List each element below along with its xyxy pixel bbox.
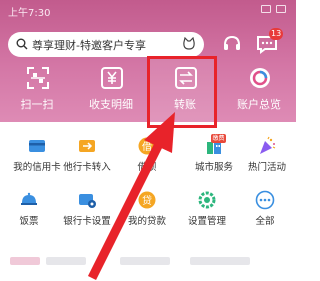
quick-action-label: 扫一扫 [20,98,54,111]
quick-action-label: 收支明细 [89,98,133,111]
transfer-highlight-box [147,56,217,128]
account-overview-icon [250,68,270,88]
blurred-content-row [0,246,296,281]
credit-card-icon [29,140,45,152]
status-icons [261,5,286,13]
blurred-text [120,257,170,265]
service-all[interactable]: 全部 [228,190,302,230]
message-badge: 13 [269,28,284,40]
card-settings-icon [79,194,96,208]
my-loan-icon: 贷 [138,191,156,209]
service-label: 热门活动 [247,162,286,173]
blurred-text [190,257,250,265]
search-icon [16,38,28,50]
service-label: 全部 [255,216,275,227]
quick-action-statement[interactable]: 收支明细 [74,66,148,116]
service-hot-activity[interactable]: 热门活动 [230,136,304,176]
headset-icon[interactable] [222,34,242,54]
party-icon [260,136,276,154]
blurred-text [10,257,40,265]
quick-action-scan[interactable]: 扫一扫 [0,66,74,116]
search-bar[interactable]: 尊享理财-特邀客户专享 [8,32,204,57]
quick-action-account-overview[interactable]: 账户总览 [222,66,296,116]
svg-text:贷: 贷 [142,194,152,207]
service-loan[interactable]: 借 借呗 [110,136,184,176]
city-service-tag: 缴费 [211,134,226,143]
search-text: 尊享理财-特邀客户专享 [32,39,146,52]
status-bar: 上午7:30 [8,4,288,19]
settings-icon [198,191,216,209]
header-banner: 上午7:30 尊享理财-特邀客户专享 13 扫一扫 收支明细 转账 账户总览 [0,0,296,128]
yen-icon [101,67,123,89]
message-icon [276,5,286,13]
more-icon [255,190,275,210]
mail-icon [261,5,271,13]
status-time: 上午7:30 [8,8,51,19]
meal-ticket-icon [21,192,37,205]
quick-action-label: 账户总览 [237,98,281,111]
loan-icon: 借 [138,137,156,155]
svg-text:借: 借 [142,141,152,153]
service-label: 借呗 [137,162,157,173]
card-transfer-in-icon [79,140,95,152]
cat-icon[interactable] [182,37,196,51]
blurred-text [46,257,86,265]
scan-icon [27,67,49,89]
